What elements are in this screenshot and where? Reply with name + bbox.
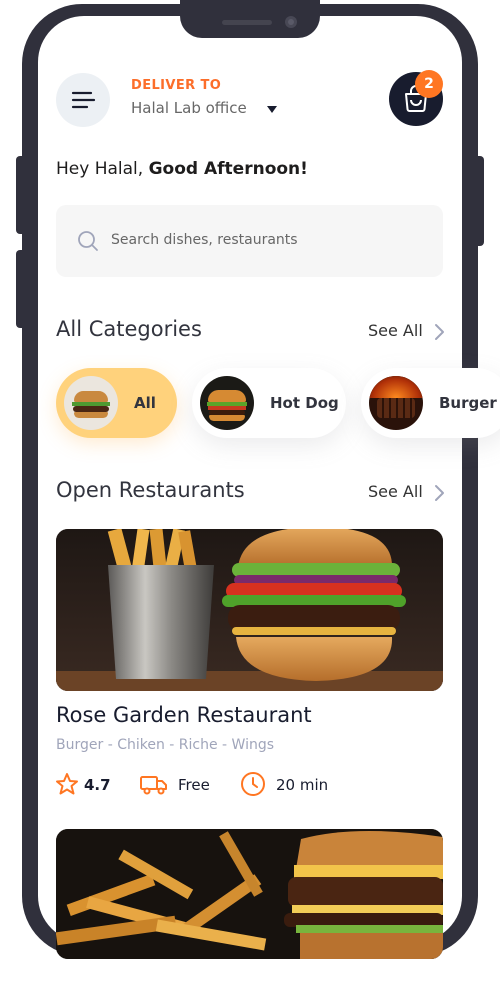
greeting-text: Hey Halal, Good Afternoon! — [56, 159, 308, 179]
category-label: All — [134, 394, 156, 412]
search-icon — [78, 231, 98, 251]
chevron-right-icon[interactable] — [433, 484, 445, 502]
delivery-truck-icon — [140, 776, 167, 795]
burger-fries-photo — [56, 529, 443, 691]
greeting-prefix: Hey Halal, — [56, 159, 149, 179]
restaurants-see-all-link[interactable]: See All — [368, 482, 423, 501]
restaurants-title: Open Restaurants — [56, 478, 245, 502]
caret-down-icon[interactable] — [267, 106, 277, 113]
restaurant-image[interactable] — [56, 529, 443, 691]
category-label: Hot Dog — [270, 394, 339, 412]
hot-dog-thumbnail — [200, 376, 254, 430]
search-input[interactable]: Search dishes, restaurants — [111, 232, 298, 248]
category-pill-burger[interactable]: Burger — [361, 368, 500, 438]
restaurant-tags: Burger - Chiken - Riche - Wings — [56, 737, 275, 753]
deliver-to-label: DELIVER TO — [131, 78, 222, 93]
clock-icon — [241, 772, 265, 796]
menu-button[interactable] — [56, 73, 110, 127]
grill-thumbnail — [369, 376, 423, 430]
category-pill-hot-dog[interactable]: Hot Dog — [192, 368, 346, 438]
categories-title: All Categories — [56, 317, 202, 341]
greeting-emphasis: Good Afternoon! — [148, 159, 308, 179]
category-pill-all[interactable]: All — [56, 368, 177, 438]
front-camera — [285, 16, 297, 28]
rating-value: 4.7 — [84, 776, 111, 794]
delivery-address[interactable]: Halal Lab office — [131, 99, 247, 117]
delivery-fee: Free — [178, 776, 210, 794]
restaurant-name[interactable]: Rose Garden Restaurant — [56, 703, 312, 727]
category-label: Burger — [439, 394, 497, 412]
chevron-right-icon[interactable] — [433, 323, 445, 341]
burger-fries-photo — [56, 829, 443, 959]
speaker-grille — [222, 20, 272, 25]
cart-count-badge: 2 — [415, 70, 443, 98]
categories-see-all-link[interactable]: See All — [368, 321, 423, 340]
phone-notch — [180, 0, 320, 38]
menu-icon — [71, 91, 96, 109]
burger-thumbnail — [64, 376, 118, 430]
restaurant-image[interactable] — [56, 829, 443, 959]
delivery-time: 20 min — [276, 776, 329, 794]
star-icon — [56, 773, 78, 795]
